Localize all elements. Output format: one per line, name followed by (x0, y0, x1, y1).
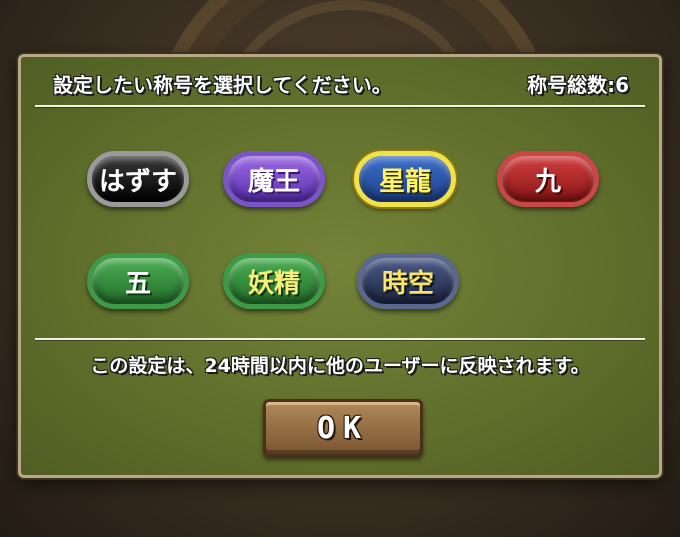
title-label: 妖精 (247, 268, 300, 299)
title-button-seiryu-selected[interactable]: 星龍 (354, 151, 456, 207)
reflection-notice: この設定は、24時間以内に他のユーザーに反映されます。 (90, 355, 590, 377)
dialog-header: 設定したい称号を選択してください。 称号総数:6 (21, 69, 659, 101)
title-button-jikuu[interactable]: 時空 (357, 253, 459, 309)
title-button-kyu[interactable]: 九 (497, 151, 599, 207)
title-button-yousei[interactable]: 妖精 (223, 253, 325, 309)
title-label: 九 (534, 166, 561, 197)
ok-label: OK (316, 410, 370, 446)
title-button-remove[interactable]: はずす (87, 151, 189, 207)
title-label: 時空 (381, 268, 434, 299)
title-label: はずす (98, 166, 177, 197)
title-label: 星龍 (378, 166, 431, 197)
title-button-maou[interactable]: 魔王 (223, 151, 325, 207)
title-label: 五 (124, 268, 151, 299)
title-button-go[interactable]: 五 (87, 253, 189, 309)
bottom-divider (35, 338, 645, 340)
top-divider (35, 105, 645, 107)
title-label: 魔王 (247, 166, 300, 197)
title-select-dialog: 設定したい称号を選択してください。 称号総数:6 はずす 魔王 星龍 九 五 妖… (18, 54, 662, 478)
ok-button[interactable]: OK (263, 399, 423, 457)
dialog-prompt: 設定したい称号を選択してください。 (53, 73, 392, 97)
title-count: 称号総数:6 (527, 73, 629, 97)
